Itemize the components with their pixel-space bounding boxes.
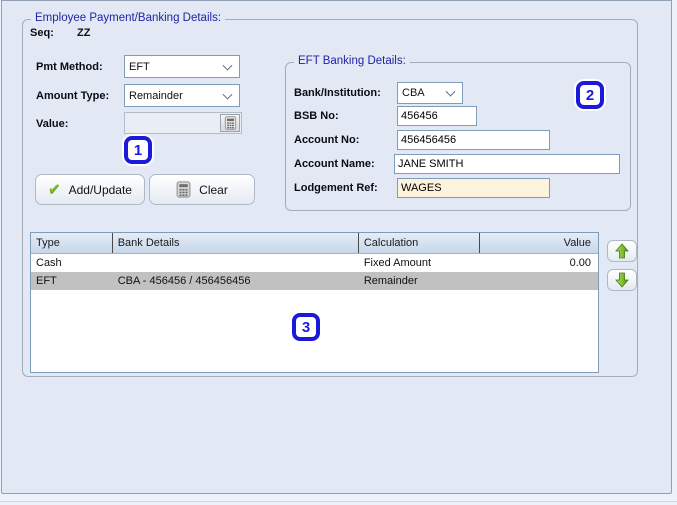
column-header-calculation[interactable]: Calculation <box>359 233 481 253</box>
cell-bank-details: CBA - 456456 / 456456456 <box>117 275 251 287</box>
account-no-input[interactable] <box>397 130 550 150</box>
seq-label: Seq: <box>30 27 54 39</box>
clear-button[interactable]: Clear <box>149 174 255 205</box>
value-label: Value: <box>36 118 69 130</box>
pmt-method-combobox[interactable]: EFT <box>124 55 240 78</box>
value-calculator-button[interactable] <box>220 114 240 132</box>
move-down-button[interactable] <box>607 269 637 291</box>
bsb-no-label: BSB No: <box>294 110 339 122</box>
step-badge-1: 1 <box>124 136 152 164</box>
cell-type: EFT <box>36 275 57 287</box>
table-row[interactable]: Cash Fixed Amount 0.00 <box>31 254 598 272</box>
calculator-icon <box>176 181 191 198</box>
amount-type-combobox[interactable]: Remainder <box>124 84 240 107</box>
cell-type: Cash <box>36 257 62 269</box>
bank-institution-value: CBA <box>402 87 425 99</box>
account-name-input[interactable] <box>394 154 620 174</box>
step-badge-3: 3 <box>292 313 320 341</box>
column-header-value[interactable]: Value <box>480 233 598 253</box>
employee-payment-screen: Employee Payment/Banking Details: Seq: Z… <box>0 0 677 505</box>
cell-bank-details <box>113 254 359 272</box>
table-row-selected[interactable]: EFT CBA - 456456 / 456456456 Remainder <box>31 272 598 290</box>
chevron-down-icon <box>445 86 456 97</box>
bottom-divider <box>0 501 677 502</box>
arrow-up-icon <box>615 243 629 259</box>
cell-value: 0.00 <box>569 257 591 269</box>
amount-type-label: Amount Type: <box>36 90 110 102</box>
account-no-label: Account No: <box>294 134 360 146</box>
calculator-icon <box>224 116 236 130</box>
arrow-down-icon <box>615 272 629 288</box>
bsb-no-input[interactable] <box>397 106 477 126</box>
chevron-down-icon <box>222 60 233 71</box>
cell-calculation: Fixed Amount <box>363 257 432 269</box>
pmt-method-label: Pmt Method: <box>36 61 103 73</box>
bank-institution-combobox[interactable]: CBA <box>397 82 463 104</box>
column-header-bank-details[interactable]: Bank Details <box>113 233 359 253</box>
lodgement-ref-input[interactable] <box>397 178 550 198</box>
value-input <box>124 112 242 134</box>
seq-value: ZZ <box>77 27 91 39</box>
chevron-down-icon <box>222 89 233 100</box>
eft-banking-groupbox-title: EFT Banking Details: <box>294 55 410 67</box>
pmt-method-value: EFT <box>129 60 150 73</box>
lodgement-ref-label: Lodgement Ref: <box>294 182 378 194</box>
payment-methods-table[interactable]: Type Bank Details Calculation Value Cash… <box>30 232 599 373</box>
add-update-button-label: Add/Update <box>68 182 132 197</box>
payment-details-panel: Employee Payment/Banking Details: Seq: Z… <box>1 0 672 494</box>
check-icon: ✔ <box>48 181 61 198</box>
cell-calculation: Remainder <box>363 275 418 287</box>
table-header-row: Type Bank Details Calculation Value <box>31 233 598 254</box>
amount-type-value: Remainder <box>129 89 183 102</box>
clear-button-label: Clear <box>199 182 228 197</box>
account-name-label: Account Name: <box>294 158 375 170</box>
employee-payment-groupbox-title: Employee Payment/Banking Details: <box>31 12 226 24</box>
move-up-button[interactable] <box>607 240 637 262</box>
bank-institution-label: Bank/Institution: <box>294 87 381 99</box>
add-update-button[interactable]: ✔ Add/Update <box>35 174 145 205</box>
step-badge-2: 2 <box>576 81 604 109</box>
cell-value <box>480 272 598 290</box>
column-header-type[interactable]: Type <box>31 233 113 253</box>
